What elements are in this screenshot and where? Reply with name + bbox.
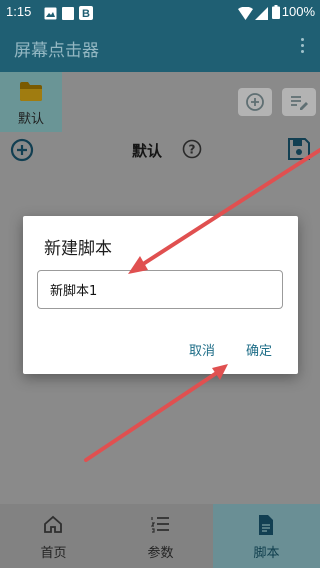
home-icon	[44, 515, 62, 533]
list-icon	[151, 517, 169, 533]
nav-label-home: 首页	[40, 546, 67, 561]
help-icon[interactable]: ?	[182, 139, 202, 163]
status-bar: 1:15 B 100%	[0, 0, 320, 24]
status-time: 1:15	[6, 4, 32, 19]
bottom-navigation: 首页 参数 脚本	[0, 504, 320, 568]
new-script-dialog: 新建脚本 取消 确定	[23, 216, 298, 374]
svg-text:B: B	[82, 8, 90, 20]
wifi-icon	[238, 5, 253, 24]
cancel-button[interactable]: 取消	[189, 340, 215, 359]
svg-text:?: ?	[189, 143, 196, 157]
b-app-icon: B	[79, 5, 93, 24]
app-bar: 屏幕点击器	[0, 24, 320, 72]
image-icon	[44, 5, 57, 24]
edit-list-icon	[291, 96, 308, 110]
script-name-input[interactable]	[37, 270, 283, 309]
add-circle-icon	[246, 93, 264, 111]
nav-label-scripts: 脚本	[253, 546, 280, 561]
add-folder-button[interactable]	[238, 88, 272, 116]
ok-button[interactable]: 确定	[246, 340, 272, 359]
folder-tab-strip: 默认	[0, 72, 320, 132]
edit-folder-button[interactable]	[282, 88, 316, 116]
save-icon	[288, 138, 310, 160]
dialog-title: 新建脚本	[44, 239, 112, 259]
save-button[interactable]	[288, 138, 310, 164]
nav-label-params: 参数	[147, 546, 174, 561]
square-notification-icon	[62, 5, 74, 24]
nav-item-params[interactable]: 参数	[107, 504, 214, 568]
folder-tab-default[interactable]: 默认	[0, 72, 62, 132]
folder-icon	[20, 82, 42, 105]
current-folder-title: 默认	[131, 142, 162, 160]
nav-item-home[interactable]: 首页	[0, 504, 107, 568]
nav-item-scripts[interactable]: 脚本	[213, 504, 320, 568]
cell-signal-icon	[255, 5, 268, 24]
document-icon	[259, 515, 273, 535]
folder-tab-label: 默认	[17, 112, 44, 127]
more-vert-icon[interactable]	[300, 38, 306, 58]
battery-percent: 100%	[281, 4, 315, 19]
app-title: 屏幕点击器	[14, 41, 99, 61]
battery-icon	[272, 4, 280, 23]
